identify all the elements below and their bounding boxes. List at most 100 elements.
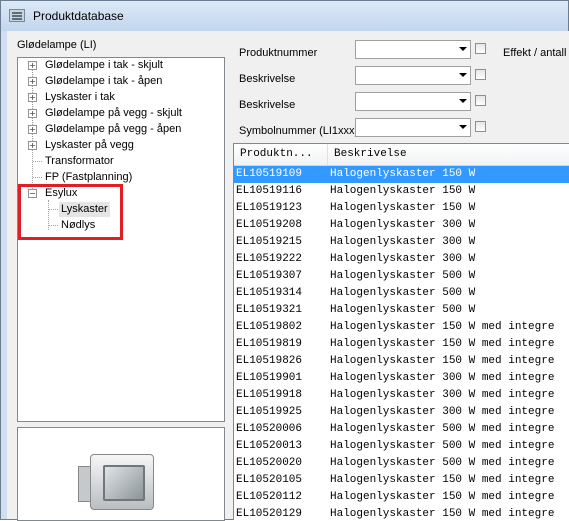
app-icon	[9, 9, 25, 22]
product-list[interactable]: Produktn... Beskrivelse EL10519109 Haloge…	[233, 143, 569, 520]
description-cell: Halogenlyskaster 150 W	[330, 202, 476, 214]
chevron-down-icon[interactable]	[459, 99, 467, 103]
description-cell: Halogenlyskaster 500 W	[330, 287, 476, 299]
description-cell: Halogenlyskaster 500 W	[330, 270, 476, 282]
description-cell: Halogenlyskaster 300 W med integre	[330, 372, 555, 384]
product-number-cell: EL10519123	[236, 202, 303, 214]
description-cell: Halogenlyskaster 150 W med integre	[330, 355, 555, 367]
table-row[interactable]: EL10520006 Halogenlyskaster 500 W med int…	[234, 421, 569, 438]
tree-item-label[interactable]: Lyskaster på vegg	[43, 138, 136, 153]
table-row[interactable]: EL10519222 Halogenlyskaster 300 W	[234, 251, 569, 268]
description-cell: Halogenlyskaster 300 W	[330, 253, 476, 265]
table-row[interactable]: EL10520020 Halogenlyskaster 500 W med int…	[234, 455, 569, 472]
chevron-down-icon[interactable]	[459, 73, 467, 77]
window-title: Produktdatabase	[33, 9, 124, 23]
tree-connector	[33, 177, 42, 178]
product-number-cell: EL10519222	[236, 253, 303, 265]
tree-item-label[interactable]: Glødelampe i tak - skjult	[43, 58, 165, 73]
product-number-cell: EL10519918	[236, 389, 303, 401]
product-number-cell: EL10519314	[236, 287, 303, 299]
tree-item-label[interactable]: FP (Fastplanning)	[43, 170, 134, 185]
product-number-label: Produktnummer	[239, 47, 318, 59]
description-cell: Halogenlyskaster 300 W	[330, 219, 476, 231]
window-client-area: Glødelampe (LI) + Glødelampe i tak - skj…	[7, 31, 569, 521]
description-cell: Halogenlyskaster 150 W med integre	[330, 491, 555, 503]
description-cell: Halogenlyskaster 150 W	[330, 168, 476, 180]
tree-connector	[33, 161, 42, 162]
table-row[interactable]: EL10519116 Halogenlyskaster 150 W	[234, 183, 569, 200]
table-row[interactable]: EL10520105 Halogenlyskaster 150 W med int…	[234, 472, 569, 489]
table-row[interactable]: EL10520013 Halogenlyskaster 500 W med int…	[234, 438, 569, 455]
product-database-window: Produktdatabase Glødelampe (LI) + Glødel…	[0, 0, 569, 521]
table-row[interactable]: EL10519901 Halogenlyskaster 300 W med int…	[234, 370, 569, 387]
table-row[interactable]: EL10519826 Halogenlyskaster 150 W med int…	[234, 353, 569, 370]
effect-label: Effekt / antall	[503, 47, 567, 59]
product-number-cell: EL10519215	[236, 236, 303, 248]
expand-icon[interactable]: +	[28, 77, 37, 86]
product-number-cell: EL10520129	[236, 508, 303, 520]
table-row[interactable]: EL10519918 Halogenlyskaster 300 W med int…	[234, 387, 569, 404]
table-row[interactable]: EL10519925 Halogenlyskaster 300 W med int…	[234, 404, 569, 421]
title-bar[interactable]: Produktdatabase	[1, 1, 568, 31]
tree-item-label[interactable]: Glødelampe på vegg - åpen	[43, 122, 183, 137]
description-label-2: Beskrivelse	[239, 99, 296, 111]
product-number-cell: EL10519819	[236, 338, 303, 350]
expand-icon[interactable]: +	[28, 141, 37, 150]
list-header: Produktn... Beskrivelse	[234, 144, 569, 166]
tree-item-label[interactable]: Glødelampe på vegg - skjult	[43, 106, 184, 121]
product-number-cell: EL10520006	[236, 423, 303, 435]
table-row[interactable]: EL10519314 Halogenlyskaster 500 W	[234, 285, 569, 302]
chevron-down-icon[interactable]	[459, 47, 467, 51]
description-combobox-2[interactable]	[355, 92, 471, 111]
product-number-cell: EL10519901	[236, 372, 303, 384]
description-cell: Halogenlyskaster 300 W med integre	[330, 406, 555, 418]
table-row[interactable]: EL10519208 Halogenlyskaster 300 W	[234, 217, 569, 234]
table-row[interactable]: EL10519307 Halogenlyskaster 500 W	[234, 268, 569, 285]
description-checkbox-1[interactable]	[475, 69, 486, 80]
symbol-number-combobox[interactable]	[355, 118, 471, 137]
chevron-down-icon[interactable]	[459, 125, 467, 129]
expand-icon[interactable]: +	[28, 61, 37, 70]
column-header-product-number[interactable]: Produktn...	[234, 144, 328, 165]
tree-item-label[interactable]: Glødelampe i tak - åpen	[43, 74, 164, 89]
product-number-cell: EL10520013	[236, 440, 303, 452]
expand-icon[interactable]: +	[28, 109, 37, 118]
description-cell: Halogenlyskaster 150 W	[330, 185, 476, 197]
product-number-checkbox[interactable]	[475, 43, 486, 54]
product-number-cell: EL10520112	[236, 491, 303, 503]
table-row-selected[interactable]: EL10519109 Halogenlyskaster 150 W	[234, 166, 569, 183]
description-cell: Halogenlyskaster 500 W	[330, 304, 476, 316]
description-cell: Halogenlyskaster 300 W med integre	[330, 389, 555, 401]
table-row[interactable]: EL10519123 Halogenlyskaster 150 W	[234, 200, 569, 217]
product-number-cell: EL10519925	[236, 406, 303, 418]
description-cell: Halogenlyskaster 150 W med integre	[330, 474, 555, 486]
product-number-cell: EL10519826	[236, 355, 303, 367]
floodlight-glass	[103, 465, 145, 501]
annotation-highlight-box	[18, 184, 123, 240]
floodlight-image	[90, 454, 154, 510]
table-row[interactable]: EL10519802 Halogenlyskaster 150 W med int…	[234, 319, 569, 336]
symbol-number-checkbox[interactable]	[475, 121, 486, 132]
column-header-description[interactable]: Beskrivelse	[328, 144, 569, 165]
tree-item-label[interactable]: Transformator	[43, 154, 116, 169]
expand-icon[interactable]: +	[28, 93, 37, 102]
product-number-cell: EL10520020	[236, 457, 303, 469]
description-combobox-1[interactable]	[355, 66, 471, 85]
description-cell: Halogenlyskaster 150 W med integre	[330, 321, 555, 333]
product-number-cell: EL10519109	[236, 168, 303, 180]
table-row[interactable]: EL10520112 Halogenlyskaster 150 W med int…	[234, 489, 569, 506]
expand-icon[interactable]: +	[28, 125, 37, 134]
product-number-combobox[interactable]	[355, 40, 471, 59]
description-cell: Halogenlyskaster 500 W med integre	[330, 457, 555, 469]
description-label-1: Beskrivelse	[239, 73, 296, 85]
table-row[interactable]: EL10519819 Halogenlyskaster 150 W med int…	[234, 336, 569, 353]
description-checkbox-2[interactable]	[475, 95, 486, 106]
tree-item-label[interactable]: Lyskaster i tak	[43, 90, 117, 105]
table-row[interactable]: EL10519215 Halogenlyskaster 300 W	[234, 234, 569, 251]
symbol-number-label: Symbolnummer (LI1xxx)	[239, 125, 359, 137]
description-cell: Halogenlyskaster 300 W	[330, 236, 476, 248]
table-row[interactable]: EL10519321 Halogenlyskaster 500 W	[234, 302, 569, 319]
description-cell: Halogenlyskaster 150 W med integre	[330, 508, 555, 520]
description-cell: Halogenlyskaster 150 W med integre	[330, 338, 555, 350]
table-row[interactable]: EL10520129 Halogenlyskaster 150 W med int…	[234, 506, 569, 520]
